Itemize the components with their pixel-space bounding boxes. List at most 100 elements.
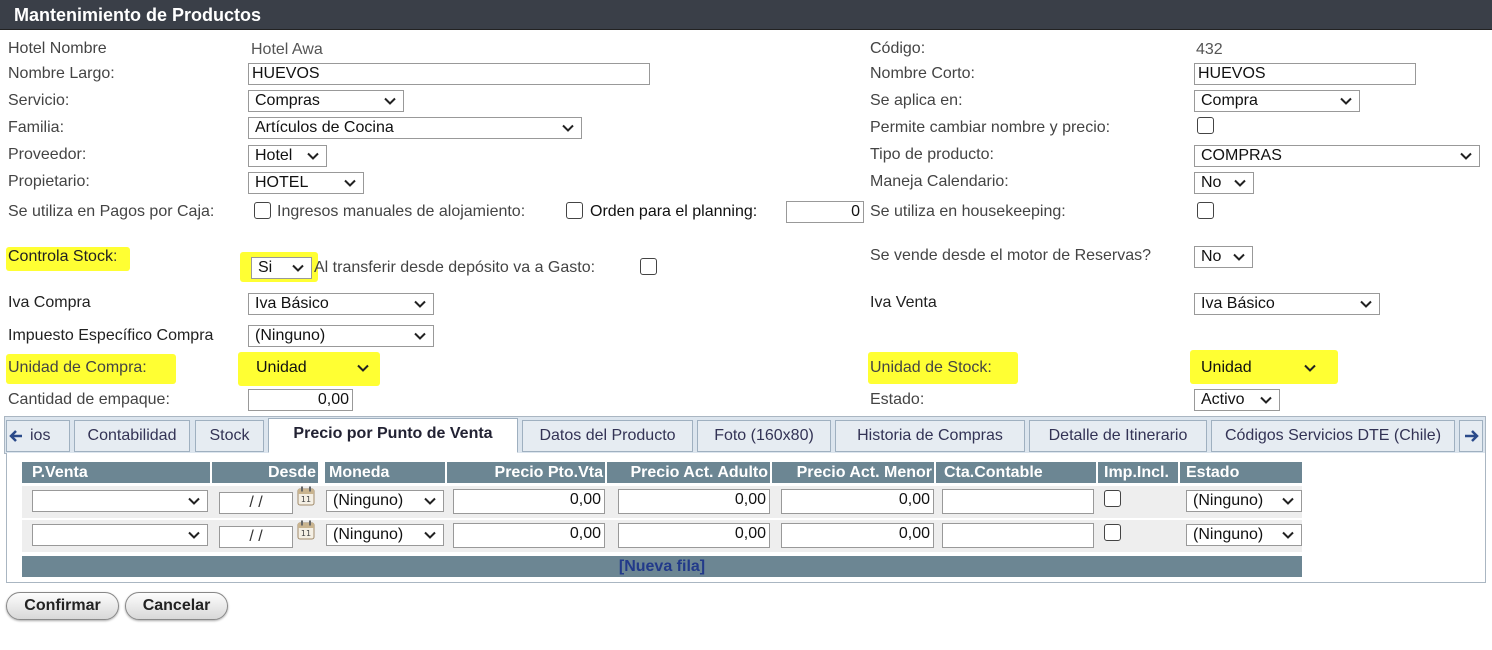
chevron-down-icon [1259, 393, 1273, 407]
unidad-stock-select[interactable]: Unidad [1194, 357, 1324, 379]
tab-contabilidad[interactable]: Contabilidad [74, 420, 190, 452]
chevron-down-icon [187, 494, 201, 508]
proveedor-select[interactable]: Hotel [248, 145, 327, 167]
imp-incl-checkbox[interactable] [1104, 524, 1121, 541]
imp-incl-checkbox[interactable] [1104, 490, 1121, 507]
tab-stock[interactable]: Stock [195, 420, 264, 452]
precio-pto-input[interactable]: 0,00 [453, 489, 605, 514]
label-unidad-stock: Unidad de Stock: [870, 359, 992, 376]
col-header-estado: Estado [1180, 462, 1302, 483]
label-orden-planning: Orden para el planning: [590, 203, 758, 220]
label-permite-cambiar: Permite cambiar nombre y precio: [870, 119, 1111, 136]
tab-datos-producto[interactable]: Datos del Producto [522, 420, 693, 452]
tab-scroll-left-icon[interactable] [6, 420, 30, 452]
precio-adulto-input[interactable]: 0,00 [618, 523, 770, 548]
new-row-link[interactable]: [Nueva fila] [22, 556, 1302, 577]
cancel-button[interactable]: Cancelar [125, 592, 228, 620]
cta-contable-input[interactable] [942, 489, 1094, 514]
nombre-corto-input[interactable]: HUEVOS [1194, 63, 1416, 85]
ingresos-manuales-checkbox[interactable] [566, 202, 583, 219]
chevron-down-icon [1303, 361, 1317, 375]
label-housekeeping: Se utiliza en housekeeping: [870, 203, 1066, 220]
iva-venta-select[interactable]: Iva Básico [1194, 293, 1380, 315]
iva-compra-select[interactable]: Iva Básico [248, 293, 434, 315]
estado-row-select[interactable]: (Ninguno) [1186, 524, 1302, 546]
label-pagos-caja: Se utiliza en Pagos por Caja: [8, 203, 215, 220]
tab-ios[interactable]: ios [28, 420, 70, 452]
confirm-button[interactable]: Confirmar [6, 592, 119, 620]
tab-detalle-itinerario[interactable]: Detalle de Itinerario [1029, 420, 1207, 452]
housekeeping-checkbox[interactable] [1197, 202, 1214, 219]
chevron-down-icon [291, 261, 305, 275]
chevron-down-icon [187, 528, 201, 542]
propietario-select[interactable]: HOTEL [248, 172, 364, 194]
label-propietario: Propietario: [8, 173, 90, 190]
calendar-icon[interactable] [297, 486, 315, 506]
label-nombre-largo: Nombre Largo: [8, 65, 115, 82]
label-motor-reservas: Se vende desde el motor de Reservas? [870, 247, 1152, 264]
moneda-select[interactable]: (Ninguno) [326, 524, 444, 546]
estado-row-select[interactable]: (Ninguno) [1186, 490, 1302, 512]
impuesto-especifico-select[interactable]: (Ninguno) [248, 325, 434, 347]
pventa-select[interactable] [32, 524, 208, 546]
label-estado: Estado: [870, 391, 925, 408]
label-se-aplica-en: Se aplica en: [870, 92, 963, 109]
chevron-down-icon [1339, 94, 1353, 108]
cantidad-empaque-input[interactable]: 0,00 [248, 389, 353, 411]
label-maneja-calendario: Maneja Calendario: [870, 173, 1009, 190]
transferir-gasto-checkbox[interactable] [640, 258, 657, 275]
calendar-icon[interactable] [297, 520, 315, 540]
servicio-select[interactable]: Compras [248, 90, 404, 112]
chevron-down-icon [413, 297, 427, 311]
window-title: Mantenimiento de Productos [0, 0, 1492, 30]
unidad-compra-select[interactable]: Unidad [249, 357, 377, 379]
se-aplica-en-select[interactable]: Compra [1194, 90, 1360, 112]
tab-foto[interactable]: Foto (160x80) [697, 420, 831, 452]
precio-pto-input[interactable]: 0,00 [453, 523, 605, 548]
nombre-largo-input[interactable]: HUEVOS [248, 63, 650, 85]
col-header-imp-incl: Imp.Incl. [1098, 462, 1178, 483]
desde-date-input[interactable]: / / [219, 492, 293, 514]
col-header-precio-adulto: Precio Act. Adulto [607, 462, 770, 483]
col-header-precio-menor: Precio Act. Menor [772, 462, 934, 483]
col-header-pventa: P.Venta [22, 462, 210, 483]
label-cantidad-empaque: Cantidad de empaque: [8, 391, 170, 408]
chevron-down-icon [1459, 149, 1473, 163]
chevron-down-icon [356, 361, 370, 375]
chevron-down-icon [1281, 528, 1295, 542]
tab-scroll-right-icon[interactable] [1459, 420, 1483, 452]
pagos-caja-checkbox[interactable] [254, 202, 271, 219]
estado-select[interactable]: Activo [1194, 389, 1280, 411]
desde-date-input[interactable]: / / [219, 526, 293, 548]
label-transferir-gasto: Al transferir desde depósito va a Gasto: [314, 259, 596, 276]
tipo-producto-select[interactable]: COMPRAS [1194, 145, 1480, 167]
permite-cambiar-checkbox[interactable] [1197, 117, 1214, 134]
label-unidad-compra: Unidad de Compra: [8, 359, 147, 376]
maneja-calendario-select[interactable]: No [1194, 172, 1254, 194]
moneda-select[interactable]: (Ninguno) [326, 490, 444, 512]
familia-select[interactable]: Artículos de Cocina [248, 117, 582, 139]
tab-historia-compras[interactable]: Historia de Compras [835, 420, 1025, 452]
label-nombre-corto: Nombre Corto: [870, 65, 975, 82]
chevron-down-icon [413, 329, 427, 343]
pventa-select[interactable] [32, 490, 208, 512]
motor-reservas-select[interactable]: No [1194, 246, 1253, 268]
precio-menor-input[interactable]: 0,00 [781, 489, 934, 514]
orden-planning-input[interactable]: 0 [786, 201, 864, 223]
col-header-desde: Desde [212, 462, 318, 483]
label-impuesto-especifico: Impuesto Específico Compra [8, 327, 214, 344]
controla-stock-select[interactable]: Si [251, 257, 312, 279]
chevron-down-icon [423, 494, 437, 508]
precio-adulto-input[interactable]: 0,00 [618, 489, 770, 514]
label-servicio: Servicio: [8, 92, 70, 109]
chevron-down-icon [1232, 250, 1246, 264]
tab-codigos-dte[interactable]: Códigos Servicios DTE (Chile) [1211, 420, 1455, 452]
cta-contable-input[interactable] [942, 523, 1094, 548]
label-controla-stock: Controla Stock: [8, 248, 118, 265]
precio-menor-input[interactable]: 0,00 [781, 523, 934, 548]
chevron-down-icon [1359, 297, 1373, 311]
tab-precio-punto-venta[interactable]: Precio por Punto de Venta [268, 418, 518, 453]
chevron-down-icon [306, 149, 320, 163]
label-tipo-producto: Tipo de producto: [870, 146, 994, 163]
label-codigo: Código: [870, 40, 926, 57]
